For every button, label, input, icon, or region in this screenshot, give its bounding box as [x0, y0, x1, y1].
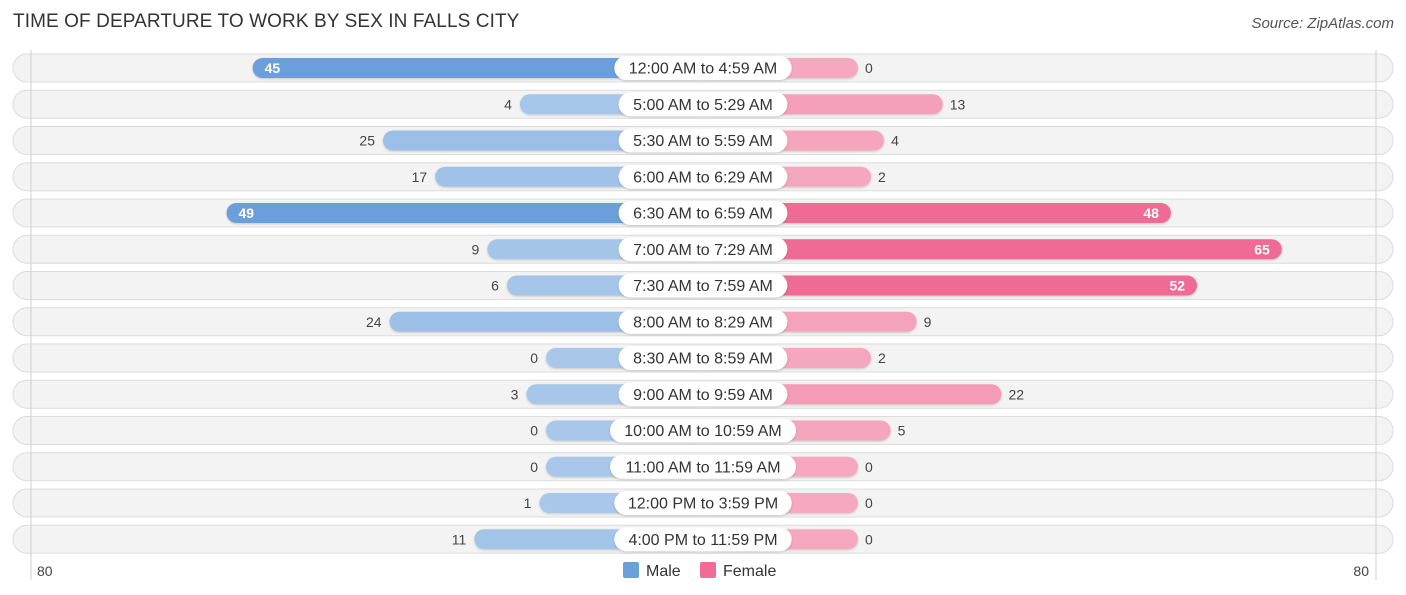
- legend-label: Female: [723, 563, 776, 580]
- category-label: 8:30 AM to 8:59 AM: [633, 351, 773, 368]
- chart-row: 0 2 8:30 AM to 8:59 AM: [12, 343, 1394, 373]
- chart-legend: Male Female: [623, 562, 776, 580]
- axis-left-label: 80: [37, 563, 53, 579]
- chart-row: 3 22 9:00 AM to 9:59 AM: [12, 379, 1394, 409]
- male-value-label: 4: [504, 96, 512, 112]
- female-value-label: 2: [878, 350, 886, 366]
- female-value-label: 0: [865, 60, 873, 76]
- category-label: 5:00 AM to 5:29 AM: [633, 97, 773, 114]
- chart-row: 0 0 11:00 AM to 11:59 AM: [12, 452, 1394, 482]
- category-label: 11:00 AM to 11:59 AM: [625, 459, 780, 476]
- male-value-label: 17: [412, 169, 428, 185]
- chart-row: 11 0 4:00 PM to 11:59 PM: [12, 524, 1394, 554]
- chart-row: 0 5 10:00 AM to 10:59 AM: [12, 416, 1394, 445]
- female-value-label: 52: [1169, 278, 1185, 294]
- category-label: 12:00 PM to 3:59 PM: [628, 496, 778, 513]
- chart-svg: 45 012:00 AM to 4:59 AM4 135:00 AM to 5:29…: [12, 50, 1394, 580]
- male-value-label: 6: [491, 278, 499, 294]
- male-value-label: 9: [472, 241, 480, 257]
- chart-row: 45 0 12:00 AM to 4:59 AM: [12, 53, 1394, 83]
- male-value-label: 0: [530, 459, 538, 475]
- legend-label: Male: [646, 563, 681, 580]
- category-label: 6:00 AM to 6:29 AM: [633, 169, 773, 186]
- category-label: 8:00 AM to 8:29 AM: [633, 314, 773, 331]
- category-label: 4:00 PM to 11:59 PM: [628, 532, 777, 549]
- male-value-label: 0: [530, 423, 538, 439]
- legend-female: Female: [700, 562, 776, 580]
- legend-male: Male: [623, 562, 681, 580]
- female-value-label: 4: [891, 133, 899, 149]
- female-value-label: 5: [898, 423, 906, 439]
- female-value-label: 9: [924, 314, 932, 330]
- female-value-label: 22: [1008, 386, 1024, 402]
- male-value-label: 1: [524, 495, 532, 511]
- category-label: 9:00 AM to 9:59 AM: [633, 387, 773, 404]
- category-label: 5:30 AM to 5:59 AM: [633, 133, 773, 150]
- female-value-label: 65: [1254, 241, 1270, 257]
- legend-swatch: [623, 562, 639, 578]
- category-label: 10:00 AM to 10:59 AM: [624, 423, 781, 440]
- chart-row: 9 65 7:00 AM to 7:29 AM: [12, 234, 1394, 264]
- chart-row: 24 9 8:00 AM to 8:29 AM: [12, 307, 1394, 337]
- chart-row: 25 4 5:30 AM to 5:59 AM: [12, 126, 1394, 155]
- chart-row: 17 2 6:00 AM to 6:29 AM: [12, 162, 1394, 192]
- male-value-label: 0: [530, 350, 538, 366]
- chart-row: 49 48 6:30 AM to 6:59 AM: [12, 198, 1394, 228]
- category-label: 7:00 AM to 7:29 AM: [633, 242, 773, 259]
- female-value-label: 0: [865, 459, 873, 475]
- chart-row: 4 13 5:00 AM to 5:29 AM: [12, 89, 1394, 119]
- category-label: 12:00 AM to 4:59 AM: [629, 61, 778, 78]
- chart-row: 1 0 12:00 PM to 3:59 PM: [12, 488, 1394, 518]
- legend-swatch: [700, 562, 716, 578]
- female-value-label: 0: [865, 531, 873, 547]
- female-value-label: 2: [878, 169, 886, 185]
- male-value-label: 3: [511, 386, 519, 402]
- female-value-label: 48: [1143, 205, 1159, 221]
- category-label: 6:30 AM to 6:59 AM: [633, 206, 773, 223]
- female-value-label: 0: [865, 495, 873, 511]
- male-value-label: 11: [452, 531, 467, 547]
- axis-right-label: 80: [1353, 563, 1369, 579]
- female-value-label: 13: [950, 96, 966, 112]
- male-value-label: 24: [366, 314, 382, 330]
- female-bar: [703, 239, 1282, 260]
- male-value-label: 45: [265, 60, 281, 76]
- male-value-label: 25: [359, 133, 375, 149]
- male-value-label: 49: [239, 205, 255, 221]
- category-label: 7:30 AM to 7:59 AM: [633, 278, 773, 295]
- chart-row: 6 52 7:30 AM to 7:59 AM: [12, 271, 1394, 300]
- chart-rows: 45 012:00 AM to 4:59 AM4 135:00 AM to 5:29…: [12, 53, 1394, 554]
